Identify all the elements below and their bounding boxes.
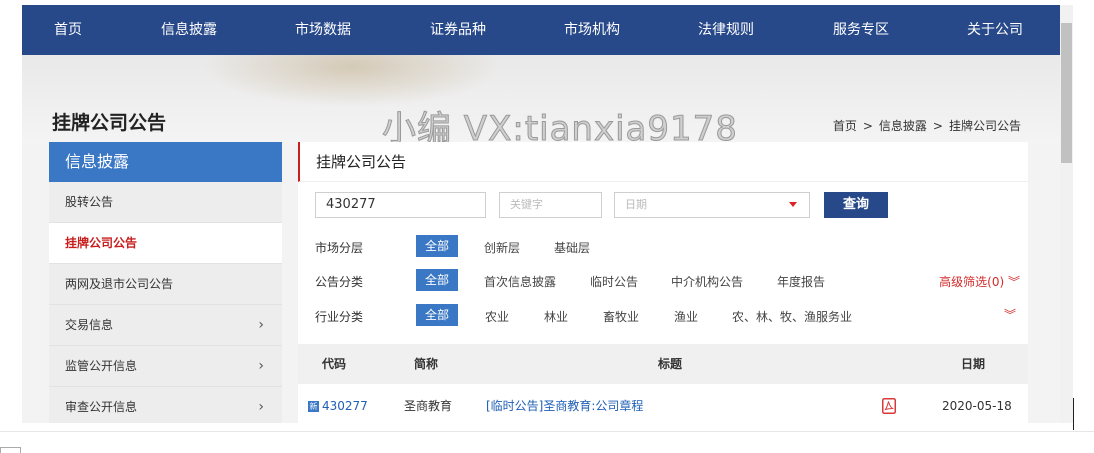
filter-row-market-tier: 市场分层 全部 创新层 基础层 xyxy=(298,235,1028,259)
nav-securities[interactable]: 证券品种 xyxy=(430,5,486,55)
breadcrumb: 首页 > 信息披露 > 挂牌公司公告 xyxy=(830,117,1024,134)
filter-option[interactable]: 农业 xyxy=(485,308,509,325)
chevron-right-icon: › xyxy=(258,317,264,333)
new-badge-icon: 新 xyxy=(308,401,319,412)
date-cell: 2020-05-18 xyxy=(942,399,1012,413)
date-select[interactable]: 日期 xyxy=(614,192,810,218)
filter-option[interactable]: 首次信息披露 xyxy=(484,273,556,290)
vertical-scrollbar[interactable] xyxy=(1060,5,1073,423)
page-title: 挂牌公司公告 xyxy=(52,112,167,134)
nav-market-data[interactable]: 市场数据 xyxy=(295,5,351,55)
col-title: 标题 xyxy=(658,357,683,371)
sidebar-item-label: 挂牌公司公告 xyxy=(65,236,138,250)
banner-decoration xyxy=(202,55,502,107)
col-code: 代码 xyxy=(322,357,347,371)
browser-viewport: 首页 信息披露 市场数据 证券品种 市场机构 法律规则 服务专区 关于公司 挂牌… xyxy=(22,5,1060,423)
sidebar-item-regulatory-info[interactable]: 监管公开信息 › xyxy=(49,346,282,387)
nav-services[interactable]: 服务专区 xyxy=(833,5,889,55)
filter-row-industry: 行业分类 全部 农业 林业 畜牧业 渔业 农、林、牧、渔服务业 ︾ xyxy=(298,304,1028,328)
breadcrumb-sep: > xyxy=(862,119,873,133)
dropdown-caret-icon xyxy=(789,202,797,207)
corner-box xyxy=(0,447,21,453)
nav-regulations[interactable]: 法律规则 xyxy=(698,5,754,55)
main-panel: 挂牌公司公告 430277 关键字 日期 查询 市场分层 全部 创新层 基础层 … xyxy=(298,142,1028,423)
double-chevron-down-icon[interactable]: ︾ xyxy=(1004,306,1016,323)
section-title: 挂牌公司公告 xyxy=(298,142,1028,182)
filter-option-all[interactable]: 全部 xyxy=(416,269,458,291)
table-header: 代码 简称 标题 日期 xyxy=(298,344,1028,384)
table-row: 新 430277 圣商教育 [临时公告]圣商教育:公司章程 2020-05-18 xyxy=(298,386,1028,423)
sidebar-item-delisted-announcements[interactable]: 两网及退市公司公告 xyxy=(49,264,282,305)
page-banner: 挂牌公司公告 小编 VX:tianxia9178 首页 > 信息披露 > 挂牌公司公告 xyxy=(22,55,1060,145)
filter-option-all[interactable]: 全部 xyxy=(416,304,458,326)
advanced-filter-toggle[interactable]: 高级筛选(0) ︾ xyxy=(939,273,1020,290)
filter-option[interactable]: 渔业 xyxy=(674,308,698,325)
code-input[interactable]: 430277 xyxy=(315,192,486,218)
sidebar-item-review-info[interactable]: 审查公开信息 › xyxy=(49,387,282,423)
query-button[interactable]: 查询 xyxy=(824,192,888,218)
nav-institutions[interactable]: 市场机构 xyxy=(564,5,620,55)
double-chevron-down-icon: ︾ xyxy=(1007,275,1020,289)
sidebar-item-label: 两网及退市公司公告 xyxy=(65,277,174,291)
filter-option[interactable]: 基础层 xyxy=(554,239,590,256)
filter-label: 公告分类 xyxy=(315,275,364,289)
nav-about[interactable]: 关于公司 xyxy=(967,5,1023,55)
pdf-icon[interactable] xyxy=(882,398,896,414)
sidebar-item-trading-info[interactable]: 交易信息 › xyxy=(49,305,282,346)
filter-label: 行业分类 xyxy=(315,310,364,324)
nav-home[interactable]: 首页 xyxy=(54,5,82,55)
date-placeholder: 日期 xyxy=(625,198,647,211)
title-link[interactable]: [临时公告]圣商教育:公司章程 xyxy=(486,386,643,423)
filter-option[interactable]: 年度报告 xyxy=(777,273,825,290)
sidebar-item-label: 监管公开信息 xyxy=(65,359,138,373)
filter-row-announcement-type: 公告分类 全部 首次信息披露 临时公告 中介机构公告 年度报告 高级筛选(0) … xyxy=(298,269,1028,293)
abbr-cell: 圣商教育 xyxy=(404,399,453,413)
breadcrumb-home[interactable]: 首页 xyxy=(833,119,857,133)
sidebar-item-label: 交易信息 xyxy=(65,318,114,332)
sidebar-item-label: 审查公开信息 xyxy=(65,400,138,414)
breadcrumb-sep: > xyxy=(932,119,943,133)
chevron-right-icon: › xyxy=(258,358,264,374)
sidebar-heading: 信息披露 xyxy=(49,142,282,182)
filter-option[interactable]: 临时公告 xyxy=(590,273,638,290)
filter-option[interactable]: 林业 xyxy=(544,308,568,325)
filter-option[interactable]: 创新层 xyxy=(484,239,520,256)
watermark-text: 小编 VX:tianxia9178 xyxy=(382,109,738,146)
filter-option[interactable]: 畜牧业 xyxy=(603,308,639,325)
sidebar-item-label: 股转公告 xyxy=(65,195,114,209)
scrollbar-thumb[interactable] xyxy=(1061,23,1072,163)
divider xyxy=(0,431,1094,432)
keyword-input[interactable]: 关键字 xyxy=(499,192,602,218)
text-cursor xyxy=(1073,398,1074,430)
filter-option-all[interactable]: 全部 xyxy=(416,235,458,257)
sidebar-item-listed-company-announcements[interactable]: 挂牌公司公告 xyxy=(49,223,282,264)
code-text: 430277 xyxy=(322,399,368,413)
sidebar: 信息披露 股转公告 挂牌公司公告 两网及退市公司公告 交易信息 › 监管公开信息 ›… xyxy=(49,142,282,423)
col-date: 日期 xyxy=(961,357,986,371)
col-abbr: 简称 xyxy=(414,357,439,371)
filter-option[interactable]: 中介机构公告 xyxy=(671,273,743,290)
nav-disclosure[interactable]: 信息披露 xyxy=(161,5,217,55)
top-nav: 首页 信息披露 市场数据 证券品种 市场机构 法律规则 服务专区 关于公司 xyxy=(22,5,1060,55)
chevron-right-icon: › xyxy=(258,399,264,415)
advanced-filter-label: 高级筛选(0) xyxy=(939,275,1005,289)
sidebar-item-company-announcements-general[interactable]: 股转公告 xyxy=(49,182,282,223)
breadcrumb-current: 挂牌公司公告 xyxy=(948,119,1021,133)
code-link[interactable]: 新 430277 xyxy=(308,386,368,423)
breadcrumb-disclosure[interactable]: 信息披露 xyxy=(879,119,927,133)
filter-label: 市场分层 xyxy=(315,241,364,255)
filter-option[interactable]: 农、林、牧、渔服务业 xyxy=(732,308,852,325)
